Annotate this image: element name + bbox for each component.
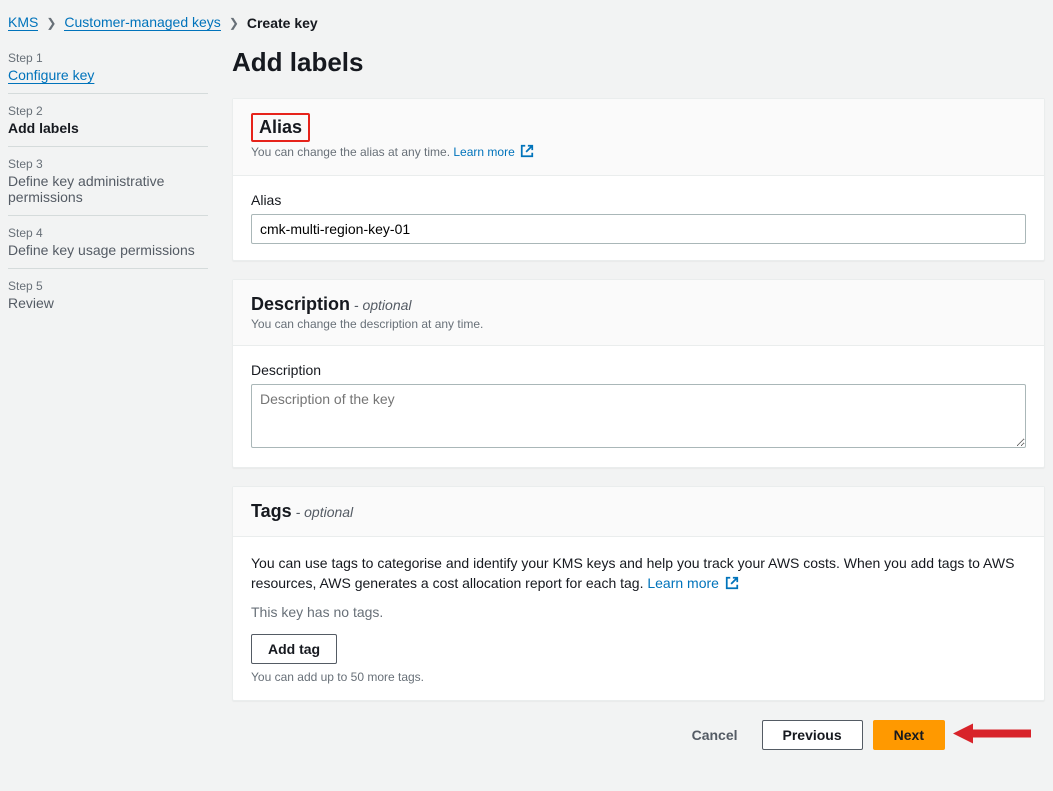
description-panel: Description - optional You can change th… bbox=[232, 279, 1045, 468]
description-desc: You can change the description at any ti… bbox=[251, 317, 1026, 331]
cancel-button[interactable]: Cancel bbox=[678, 719, 752, 751]
wizard-actions: Cancel Previous Next bbox=[232, 719, 945, 751]
step-label: Define key usage permissions bbox=[8, 242, 208, 258]
alias-input[interactable] bbox=[251, 214, 1026, 244]
annotation-arrow-icon bbox=[951, 720, 1031, 749]
description-title: Description bbox=[251, 294, 350, 314]
next-button[interactable]: Next bbox=[873, 720, 945, 750]
tags-empty-text: This key has no tags. bbox=[251, 604, 1026, 620]
step-num: Step 2 bbox=[8, 104, 208, 118]
sidebar-step-4: Step 4 Define key usage permissions bbox=[8, 216, 208, 269]
step-num: Step 5 bbox=[8, 279, 208, 293]
alias-field-label: Alias bbox=[251, 192, 1026, 208]
add-tag-button[interactable]: Add tag bbox=[251, 634, 337, 664]
alias-learn-more-link[interactable]: Learn more bbox=[453, 145, 534, 159]
tags-body-text: You can use tags to categorise and ident… bbox=[251, 555, 1014, 591]
step-num: Step 4 bbox=[8, 226, 208, 240]
step-label: Review bbox=[8, 295, 208, 311]
breadcrumb: KMS ❯ Customer-managed keys ❯ Create key bbox=[0, 8, 1053, 41]
tags-hint: You can add up to 50 more tags. bbox=[251, 670, 1026, 684]
alias-title-highlight: Alias bbox=[251, 113, 310, 142]
external-link-icon bbox=[520, 144, 534, 161]
sidebar-step-1[interactable]: Step 1 Configure key bbox=[8, 41, 208, 94]
tags-panel: Tags - optional You can use tags to cate… bbox=[232, 486, 1045, 701]
sidebar-step-5: Step 5 Review bbox=[8, 269, 208, 321]
page-title: Add labels bbox=[232, 47, 1045, 78]
step-label: Define key administrative permissions bbox=[8, 173, 208, 205]
breadcrumb-current: Create key bbox=[247, 15, 318, 31]
tags-learn-more-link[interactable]: Learn more bbox=[647, 575, 738, 591]
alias-panel: Alias You can change the alias at any ti… bbox=[232, 98, 1045, 261]
tags-optional: - optional bbox=[292, 504, 353, 520]
breadcrumb-cmk[interactable]: Customer-managed keys bbox=[64, 14, 220, 31]
description-textarea[interactable] bbox=[251, 384, 1026, 448]
description-field-label: Description bbox=[251, 362, 1026, 378]
alias-title: Alias bbox=[259, 117, 302, 137]
tags-title: Tags bbox=[251, 501, 292, 521]
previous-button[interactable]: Previous bbox=[762, 720, 863, 750]
wizard-sidebar: Step 1 Configure key Step 2 Add labels S… bbox=[8, 41, 208, 321]
alias-desc: You can change the alias at any time. bbox=[251, 145, 450, 159]
step-num: Step 1 bbox=[8, 51, 208, 65]
chevron-right-icon: ❯ bbox=[46, 16, 56, 30]
main-content: Add labels Alias You can change the alia… bbox=[232, 41, 1045, 751]
chevron-right-icon: ❯ bbox=[229, 16, 239, 30]
step-num: Step 3 bbox=[8, 157, 208, 171]
breadcrumb-kms[interactable]: KMS bbox=[8, 14, 38, 31]
sidebar-step-2: Step 2 Add labels bbox=[8, 94, 208, 147]
external-link-icon bbox=[725, 575, 739, 595]
description-optional: - optional bbox=[350, 297, 411, 313]
sidebar-step-3: Step 3 Define key administrative permiss… bbox=[8, 147, 208, 216]
step-label[interactable]: Configure key bbox=[8, 67, 208, 83]
step-label: Add labels bbox=[8, 120, 208, 136]
